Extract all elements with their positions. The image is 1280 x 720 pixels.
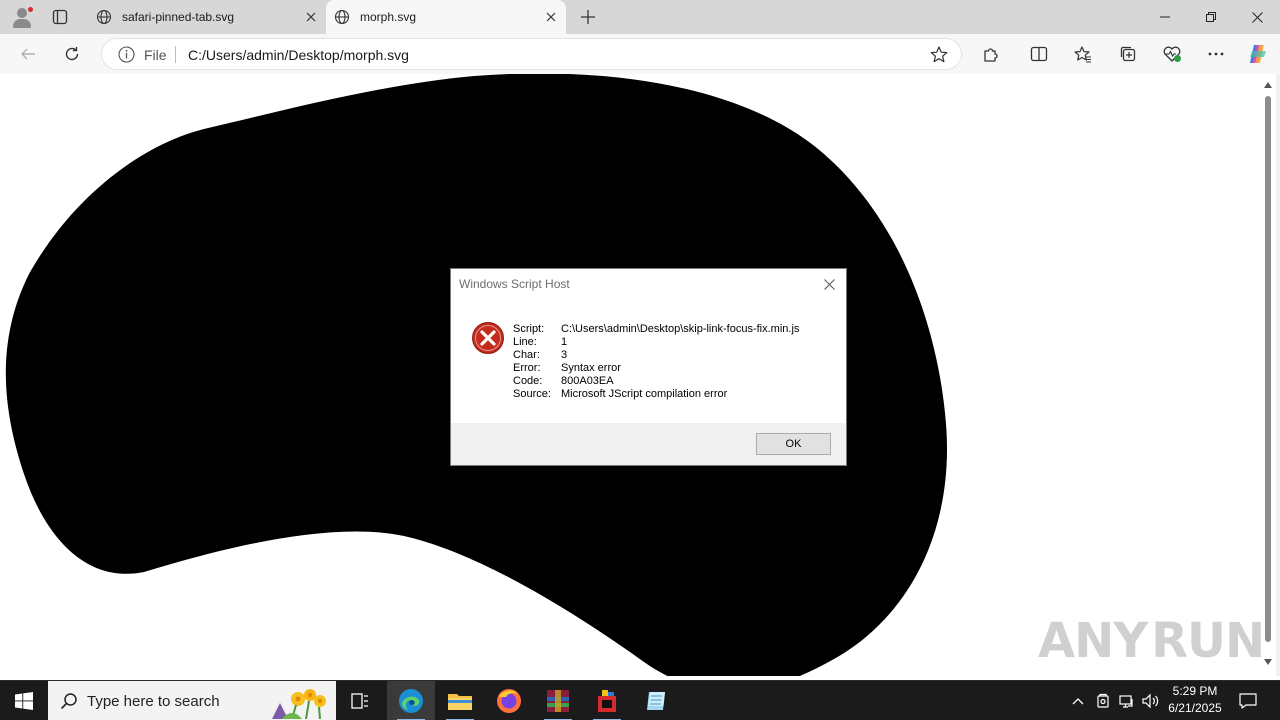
field-error: Error: Syntax error bbox=[513, 362, 621, 374]
puzzle-icon[interactable] bbox=[977, 40, 1005, 68]
profile-icon[interactable] bbox=[8, 4, 36, 30]
task-view-icon[interactable] bbox=[336, 681, 384, 720]
address-bar[interactable]: File C:/Users/admin/Desktop/morph.svg bbox=[101, 38, 962, 70]
file-explorer-icon[interactable] bbox=[436, 681, 484, 720]
field-source: Source: Microsoft JScript compilation err… bbox=[513, 388, 728, 400]
back-arrow-icon[interactable] bbox=[14, 40, 42, 68]
flowers-decoration-icon bbox=[272, 689, 326, 719]
browser-toolbar: File C:/Users/admin/Desktop/morph.svg bbox=[0, 34, 1280, 74]
windows-start-icon[interactable] bbox=[0, 681, 48, 720]
dialog-footer: OK bbox=[451, 423, 846, 465]
copilot-icon[interactable] bbox=[1244, 40, 1272, 68]
field-code: Code: 800A03EA bbox=[513, 375, 614, 387]
new-tab-icon[interactable] bbox=[576, 5, 600, 29]
close-window-icon[interactable] bbox=[1234, 0, 1280, 34]
scrollbar-thumb[interactable] bbox=[1265, 96, 1271, 642]
minimize-icon[interactable] bbox=[1142, 0, 1188, 34]
error-icon bbox=[472, 322, 504, 354]
close-tab-icon[interactable] bbox=[540, 6, 562, 28]
search-placeholder: Type here to search bbox=[87, 692, 220, 710]
media-app-icon[interactable] bbox=[583, 681, 631, 720]
ok-button[interactable]: OK bbox=[756, 433, 831, 455]
dialog-title: Windows Script Host bbox=[459, 277, 570, 291]
globe-icon bbox=[96, 9, 112, 25]
network-icon[interactable] bbox=[1116, 681, 1138, 720]
field-line: Line: 1 bbox=[513, 336, 568, 348]
close-tab-icon[interactable] bbox=[300, 6, 322, 28]
notifications-icon[interactable] bbox=[1234, 681, 1262, 720]
split-screen-icon[interactable] bbox=[1025, 40, 1053, 68]
notepad-icon[interactable] bbox=[632, 681, 680, 720]
script-error-dialog: Windows Script Host Script: C:\Users\admi… bbox=[450, 268, 847, 466]
taskbar-search-box[interactable]: Type here to search bbox=[48, 681, 336, 720]
tab-morph[interactable]: morph.svg bbox=[326, 0, 566, 34]
tab-safari-pinned[interactable]: safari-pinned-tab.svg bbox=[88, 0, 327, 34]
reload-icon[interactable] bbox=[58, 40, 86, 68]
watermark-right: RUN bbox=[1151, 613, 1265, 669]
clock-time: 5:29 PM bbox=[1172, 684, 1218, 698]
star-outline-icon[interactable] bbox=[929, 45, 949, 65]
anyrun-watermark: ANY RUN bbox=[1038, 610, 1265, 672]
security-tray-icon[interactable] bbox=[1092, 681, 1114, 720]
ellipsis-icon[interactable] bbox=[1202, 40, 1230, 68]
scroll-down-icon[interactable] bbox=[1264, 659, 1272, 665]
tab-actions-icon[interactable] bbox=[46, 5, 74, 29]
clock-date: 6/21/2025 bbox=[1168, 701, 1222, 715]
info-icon[interactable] bbox=[118, 46, 135, 63]
url-text[interactable]: C:/Users/admin/Desktop/morph.svg bbox=[188, 47, 409, 63]
edge-icon[interactable] bbox=[387, 681, 435, 720]
scroll-up-icon[interactable] bbox=[1264, 82, 1272, 88]
restore-icon[interactable] bbox=[1188, 0, 1234, 34]
tab-title: safari-pinned-tab.svg bbox=[122, 10, 235, 24]
chevron-up-icon[interactable] bbox=[1068, 681, 1088, 720]
globe-icon bbox=[334, 9, 350, 25]
tab-title: morph.svg bbox=[360, 10, 417, 24]
browser-tab-strip: safari-pinned-tab.svg morph.svg bbox=[0, 0, 1280, 34]
close-dialog-icon[interactable] bbox=[818, 273, 840, 295]
favorites-icon[interactable] bbox=[1069, 40, 1097, 68]
heart-pulse-icon[interactable] bbox=[1158, 40, 1186, 68]
taskbar-clock[interactable]: 5:29 PM 6/21/2025 bbox=[1158, 683, 1232, 717]
search-icon bbox=[60, 693, 77, 710]
field-script: Script: C:\Users\admin\Desktop\skip-link-… bbox=[513, 323, 800, 335]
collections-icon[interactable] bbox=[1114, 40, 1142, 68]
error-details: Script: C:\Users\admin\Desktop\skip-link-… bbox=[513, 323, 799, 401]
watermark-left: ANY bbox=[1038, 613, 1148, 669]
winrar-icon[interactable] bbox=[534, 681, 582, 720]
field-char: Char: 3 bbox=[513, 349, 568, 361]
scheme-label: File bbox=[144, 47, 167, 63]
firefox-icon[interactable] bbox=[485, 681, 533, 720]
vertical-scrollbar[interactable] bbox=[1260, 74, 1276, 676]
taskbar: Type here to search 5:29 PM 6/21/2025 bbox=[0, 680, 1280, 720]
